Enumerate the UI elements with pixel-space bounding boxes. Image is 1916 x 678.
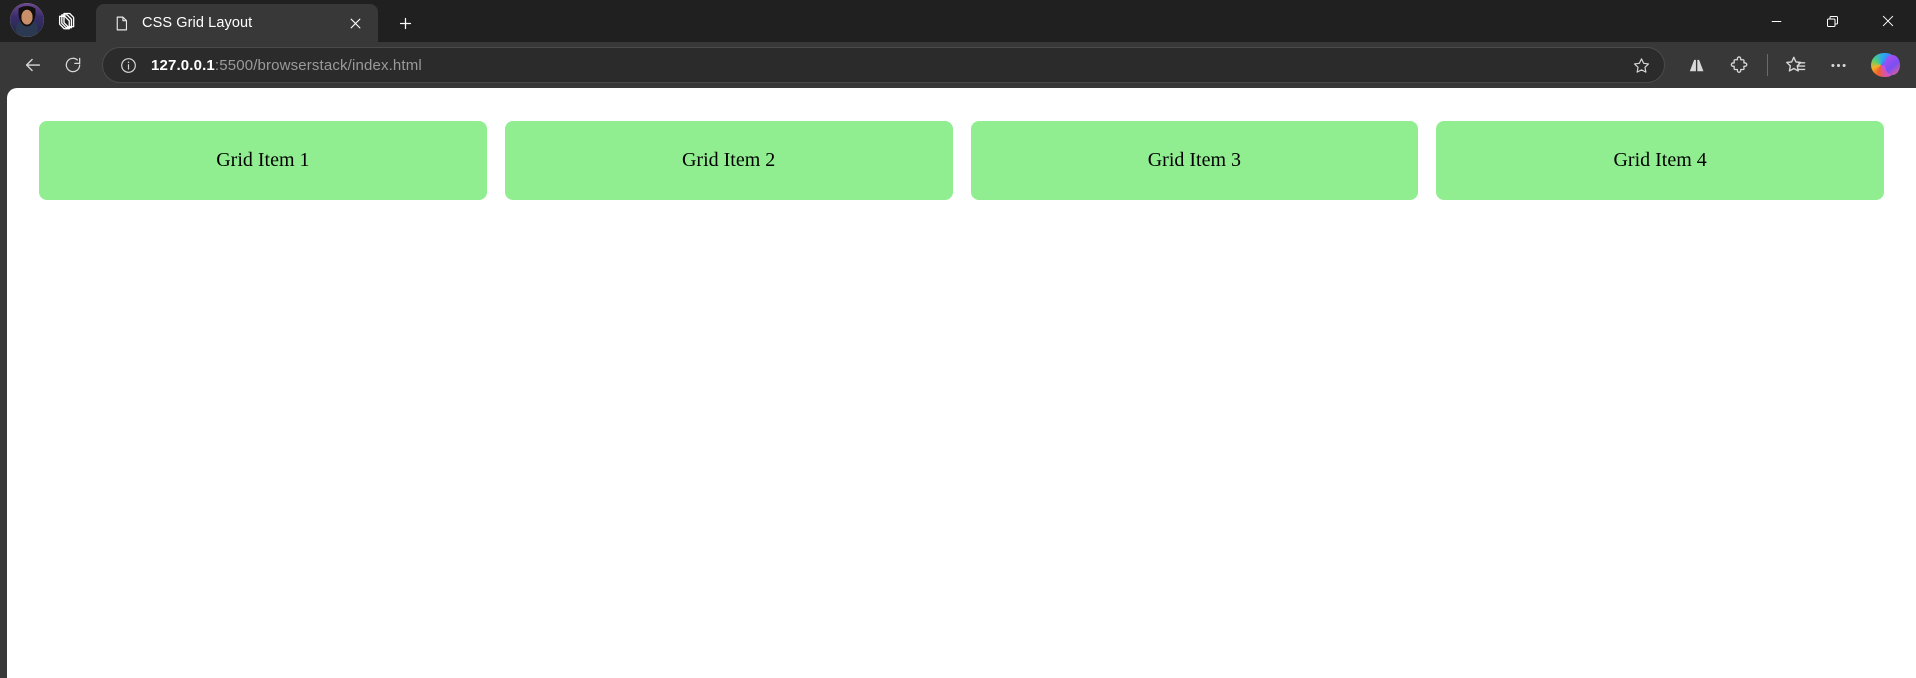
avatar[interactable] — [10, 3, 44, 37]
close-icon[interactable] — [342, 10, 368, 36]
grid-item: Grid Item 4 — [1436, 121, 1884, 200]
content-shell: Grid Item 1 Grid Item 2 Grid Item 3 Grid… — [0, 88, 1916, 678]
url-path: :5500/browserstack/index.html — [214, 56, 422, 74]
page-icon — [112, 14, 130, 32]
split-screen-icon[interactable] — [1677, 48, 1717, 82]
grid-item: Grid Item 2 — [504, 121, 953, 200]
address-bar[interactable]: 127.0.0.1:5500/browserstack/index.html — [102, 47, 1665, 83]
copilot-icon[interactable] — [1864, 48, 1904, 82]
copilot-glyph — [1871, 53, 1900, 77]
browser-window: CSS Grid Layout 127.0.0.1:5500/browserst… — [0, 0, 1916, 678]
window-controls — [1748, 0, 1916, 42]
web-page-content: Grid Item 1 Grid Item 2 Grid Item 3 Grid… — [7, 88, 1916, 678]
avatar-image — [10, 3, 44, 37]
tab-strip: CSS Grid Layout — [0, 0, 1916, 42]
browser-toolbar: 127.0.0.1:5500/browserstack/index.html — [0, 42, 1916, 88]
restore-icon[interactable] — [1804, 0, 1860, 42]
tab-strip-left-controls — [8, 0, 86, 42]
grid-item: Grid Item 1 — [39, 121, 487, 200]
toolbar-divider — [1767, 54, 1768, 76]
info-icon[interactable] — [115, 52, 141, 78]
close-window-icon[interactable] — [1860, 0, 1916, 42]
refresh-icon[interactable] — [54, 48, 92, 82]
grid-item: Grid Item 3 — [970, 121, 1419, 200]
tab-title: CSS Grid Layout — [142, 15, 253, 31]
browser-tab[interactable]: CSS Grid Layout — [96, 4, 378, 42]
new-tab-button[interactable] — [388, 7, 422, 39]
favorites-icon[interactable] — [1776, 48, 1816, 82]
url-host: 127.0.0.1 — [151, 56, 215, 74]
minimize-icon[interactable] — [1748, 0, 1804, 42]
url-text: 127.0.0.1:5500/browserstack/index.html — [151, 57, 1616, 74]
grid-container: Grid Item 1 Grid Item 2 Grid Item 3 Grid… — [39, 120, 1884, 200]
copilot-pages-icon[interactable] — [48, 3, 86, 37]
favorite-star-icon[interactable] — [1626, 50, 1656, 80]
extensions-icon[interactable] — [1719, 48, 1759, 82]
settings-and-more-icon[interactable] — [1818, 48, 1858, 82]
back-icon[interactable] — [14, 48, 52, 82]
